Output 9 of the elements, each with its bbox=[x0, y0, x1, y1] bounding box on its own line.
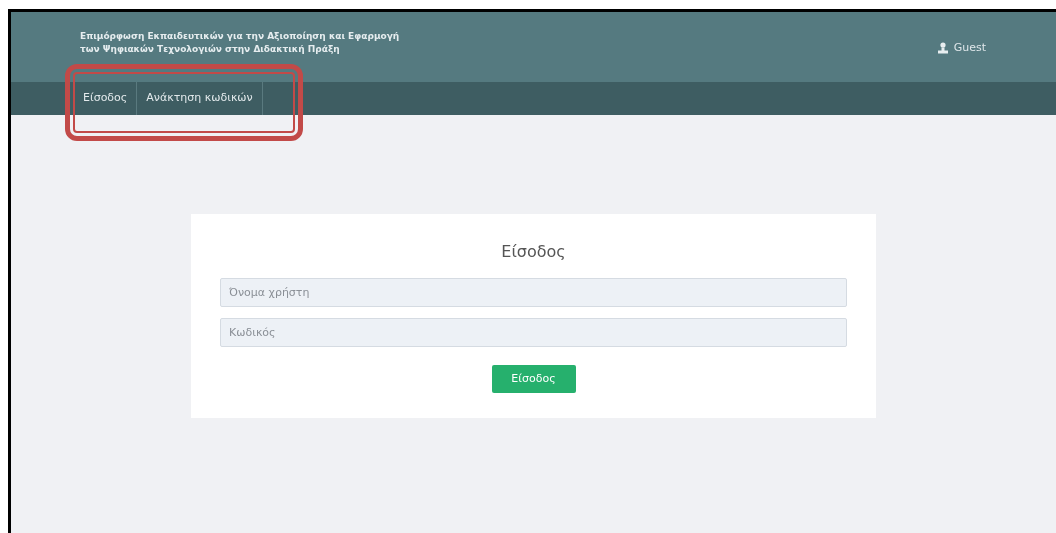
user-icon bbox=[937, 42, 948, 55]
user-name[interactable]: Guest bbox=[953, 40, 986, 57]
password-field[interactable]: Κωδικός bbox=[220, 318, 847, 347]
nav-link[interactable]: Είσοδος bbox=[74, 82, 138, 115]
site-title: Επιμόρφωση Εκπαιδευτικών για την Αξιοποίηση και Εφαρμογή bbox=[80, 30, 400, 43]
site-title: των Ψηφιακών Τεχνολογιών στην Διδακτική Πράξη bbox=[80, 43, 341, 56]
login-title: Είσοδος bbox=[501, 241, 566, 263]
username-field[interactable]: Όνομα χρήστη bbox=[220, 278, 847, 307]
nav-link[interactable]: Ανάκτηση κωδικών bbox=[137, 82, 263, 115]
